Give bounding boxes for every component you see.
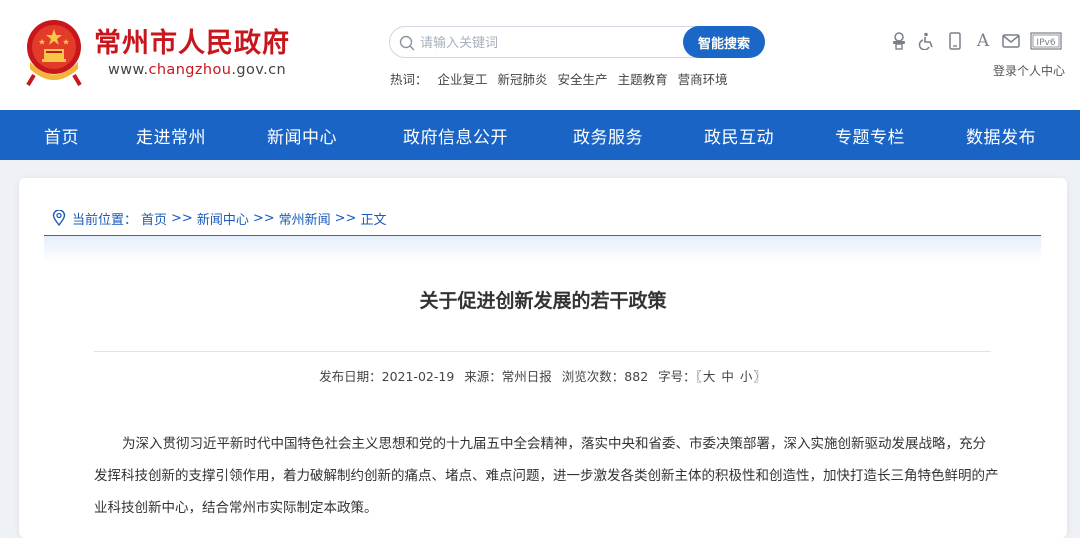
nav-item-data[interactable]: 数据发布 (966, 110, 1036, 160)
article-body: 为深入贯彻习近平新时代中国特色社会主义思想和党的十九届五中全会精神，落实中央和省… (94, 428, 999, 524)
publish-date: 发布日期：2021-02-19 (319, 369, 455, 384)
hot-word-link[interactable]: 新冠肺炎 (498, 69, 548, 88)
breadcrumb-separator: >> (171, 210, 193, 226)
font-size-switcher[interactable]: 〖大 中 小〗 (696, 369, 767, 384)
article-card: 当前位置： 首页 >> 新闻中心 >> 常州新闻 >> 正文 关于促进创新发展的… (19, 178, 1067, 538)
breadcrumb: 当前位置： 首页 >> 新闻中心 >> 常州新闻 >> 正文 (52, 208, 386, 228)
nav-item-topics[interactable]: 专题专栏 (835, 110, 905, 160)
ipv6-icon: IPv6 (1030, 31, 1062, 51)
login-personal-center-link[interactable]: 登录个人中心 (993, 62, 1065, 79)
hot-words: 热词： 企业复工 新冠肺炎 安全生产 主题教育 营商环境 (390, 69, 728, 88)
site-name[interactable]: 常州市人民政府 (94, 28, 290, 60)
accessibility-icon[interactable] (918, 31, 936, 51)
tool-icons: A IPv6 (890, 30, 1062, 52)
mobile-icon[interactable] (946, 31, 964, 51)
breadcrumb-news-center[interactable]: 新闻中心 (197, 209, 249, 228)
hot-word-link[interactable]: 主题教育 (618, 69, 668, 88)
breadcrumb-divider (44, 235, 1041, 263)
mail-icon[interactable] (1002, 31, 1020, 51)
nav-item-news[interactable]: 新闻中心 (267, 110, 337, 160)
site-url-highlight: changzhou (148, 62, 232, 78)
smart-search-button[interactable]: 智能搜索 (683, 26, 765, 58)
site-url-suffix: .gov.cn (231, 62, 287, 78)
site-url-prefix: www. (108, 62, 149, 78)
hot-words-label: 热词： (390, 72, 428, 87)
nav-item-gov-info[interactable]: 政府信息公开 (403, 110, 508, 160)
site-header: 常州市人民政府 www.changzhou.gov.cn 智能搜索 热词： 企业… (0, 0, 1080, 110)
nav-item-interaction[interactable]: 政民互动 (704, 110, 774, 160)
breadcrumb-separator: >> (252, 210, 275, 226)
national-emblem-icon (26, 20, 82, 87)
font-size-label: 字号： (658, 369, 696, 384)
search-box: 智能搜索 (389, 26, 765, 58)
article-paragraph: 为深入贯彻习近平新时代中国特色社会主义思想和党的十九届五中全会精神，落实中央和省… (94, 436, 999, 516)
nav-item-about[interactable]: 走进常州 (136, 110, 206, 160)
nav-item-services[interactable]: 政务服务 (573, 110, 643, 160)
hot-word-link[interactable]: 企业复工 (438, 69, 488, 88)
view-count: 浏览次数：882 (561, 369, 649, 384)
article-title: 关于促进创新发展的若干政策 (419, 290, 667, 312)
hot-word-link[interactable]: 营商环境 (678, 69, 728, 88)
breadcrumb-label: 当前位置： (72, 212, 138, 228)
breadcrumb-home[interactable]: 首页 (141, 209, 167, 228)
search-input[interactable] (420, 33, 670, 53)
article-meta: 发布日期：2021-02-19 来源：常州日报 浏览次数：882 字号：〖大 中… (19, 366, 1067, 385)
hot-word-link[interactable]: 安全生产 (558, 69, 608, 88)
site-url[interactable]: www.changzhou.gov.cn (108, 62, 286, 78)
font-size-icon[interactable]: A (974, 31, 992, 51)
breadcrumb-separator: >> (334, 210, 357, 226)
location-pin-icon (52, 210, 66, 226)
elder-care-icon[interactable] (890, 31, 908, 51)
ipv6-label: IPv6 (1036, 38, 1055, 48)
breadcrumb-changzhou-news[interactable]: 常州新闻 (279, 209, 331, 228)
nav-item-home[interactable]: 首页 (44, 110, 79, 160)
title-divider (94, 351, 991, 352)
article-source: 来源：常州日报 (464, 369, 552, 384)
search-icon (399, 35, 415, 51)
breadcrumb-current: 正文 (360, 212, 387, 228)
main-nav: 首页 走进常州 新闻中心 政府信息公开 政务服务 政民互动 专题专栏 数据发布 (0, 110, 1080, 160)
